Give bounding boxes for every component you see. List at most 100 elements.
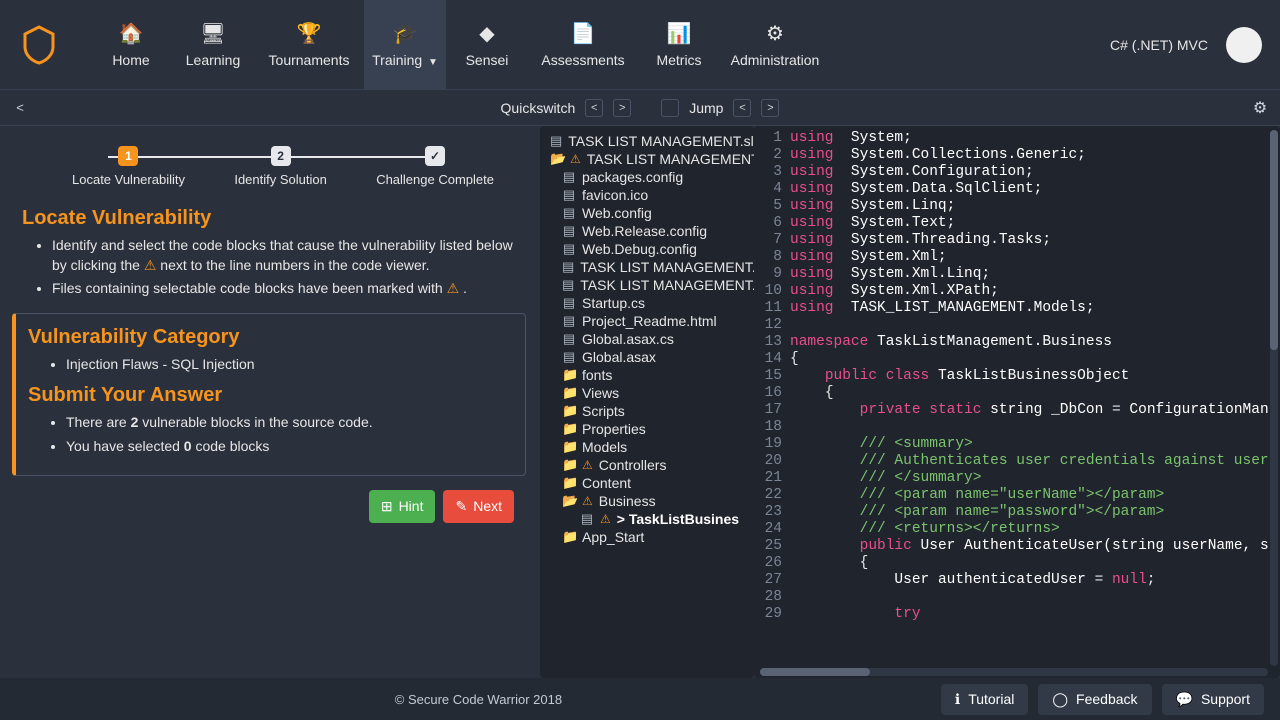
nav-home[interactable]: 🏠 Home [90,0,172,89]
language-selector[interactable]: C# (.NET) MVC [1110,37,1208,53]
tree-item[interactable]: ▤TASK LIST MANAGEMENT. [544,258,754,276]
avatar[interactable] [1226,27,1262,63]
code-viewer[interactable]: 1using System;2using System.Collections.… [754,126,1280,678]
code-line[interactable]: 17 private static string _DbCon = Config… [758,402,1270,419]
feedback-button[interactable]: ◯Feedback [1038,684,1151,715]
nav-assessments[interactable]: 📄 Assessments [528,0,638,89]
settings-gear-icon[interactable]: ⚙ [1250,98,1270,118]
code-line[interactable]: 3using System.Configuration; [758,164,1270,181]
jump-next[interactable]: > [761,99,779,117]
code-line[interactable]: 6using System.Text; [758,215,1270,232]
tree-item[interactable]: 📂⚠Business [544,492,754,510]
warning-icon: ⚠ [600,512,611,526]
grid-icon: ⊞ [381,498,393,515]
sensei-icon: ◆ [479,21,494,46]
vertical-scrollbar[interactable] [1270,130,1278,666]
instructions-list: Identify and select the code blocks that… [12,236,526,299]
code-line[interactable]: 16 { [758,385,1270,402]
code-line[interactable]: 12 [758,317,1270,334]
collapse-left-icon[interactable]: < [10,98,30,118]
code-line[interactable]: 8using System.Xml; [758,249,1270,266]
tree-item[interactable]: ▤Global.asax.cs [544,330,754,348]
training-icon: 🎓 [393,21,418,46]
code-line[interactable]: 13namespace TaskListManagement.Business [758,334,1270,351]
nav-sensei[interactable]: ◆ Sensei [446,0,528,89]
learning-icon: 🖥 [200,21,225,46]
tree-item[interactable]: 📁⚠Controllers [544,456,754,474]
quickswitch-next[interactable]: > [613,99,631,117]
code-line[interactable]: 5using System.Linq; [758,198,1270,215]
nav-tournaments[interactable]: 🏆 Tournaments [254,0,364,89]
code-line[interactable]: 29 try [758,606,1270,623]
code-line[interactable]: 19 /// <summary> [758,436,1270,453]
horizontal-scrollbar[interactable] [760,668,1268,676]
copyright: © Secure Code Warrior 2018 [16,692,941,707]
code-line[interactable]: 27 User authenticatedUser = null; [758,572,1270,589]
quickswitch-label: Quickswitch [501,100,576,116]
tree-item[interactable]: 📁Models [544,438,754,456]
tree-item[interactable]: 📂⚠TASK LIST MANAGEMENT [544,150,754,168]
support-button[interactable]: 💬Support [1162,684,1264,715]
tree-item[interactable]: 📁Views [544,384,754,402]
step-locate-vulnerability[interactable]: 1Locate Vulnerability [72,146,185,187]
code-line[interactable]: 10using System.Xml.XPath; [758,283,1270,300]
nav-metrics[interactable]: 📊 Metrics [638,0,720,89]
code-line[interactable]: 1using System; [758,130,1270,147]
tree-item[interactable]: 📁Scripts [544,402,754,420]
code-line[interactable]: 23 /// <param name="password"></param> [758,504,1270,521]
tree-item[interactable]: ▤TASK LIST MANAGEMENT. [544,276,754,294]
tree-item[interactable]: ▤Startup.cs [544,294,754,312]
tree-item[interactable]: ▤Web.Release.config [544,222,754,240]
tree-item[interactable]: ▤Web.config [544,204,754,222]
jump-window-icon[interactable] [661,99,679,117]
nav-learning[interactable]: 🖥 Learning [172,0,254,89]
code-line[interactable]: 26 { [758,555,1270,572]
code-line[interactable]: 7using System.Threading.Tasks; [758,232,1270,249]
nav-administration[interactable]: ⚙ Administration [720,0,830,89]
code-line[interactable]: 21 /// </summary> [758,470,1270,487]
code-line[interactable]: 20 /// Authenticates user credentials ag… [758,453,1270,470]
code-line[interactable]: 28 [758,589,1270,606]
tree-item[interactable]: ▤Project_Readme.html [544,312,754,330]
code-line[interactable]: 2using System.Collections.Generic; [758,147,1270,164]
jump-prev[interactable]: < [733,99,751,117]
code-line[interactable]: 25 public User AuthenticateUser(string u… [758,538,1270,555]
warning-icon: ⚠ [447,280,460,296]
tree-item[interactable]: 📁Content [544,474,754,492]
home-icon: 🏠 [119,21,144,46]
file-tree[interactable]: ▤TASK LIST MANAGEMENT.sln📂⚠TASK LIST MAN… [540,126,754,678]
step-challenge-complete[interactable]: ✓Challenge Complete [376,146,494,187]
category-item: Injection Flaws - SQL Injection [66,355,515,375]
nav-training[interactable]: 🎓 Training ▼ [364,0,446,89]
next-button[interactable]: ✎ Next [443,490,514,523]
tree-item[interactable]: ▤TASK LIST MANAGEMENT.sln [544,132,754,150]
code-line[interactable]: 22 /// <param name="userName"></param> [758,487,1270,504]
step-identify-solution[interactable]: 2Identify Solution [234,146,327,187]
brand-logo[interactable] [18,24,60,66]
tutorial-button[interactable]: ℹTutorial [941,684,1029,715]
quickswitch-prev[interactable]: < [585,99,603,117]
tree-item[interactable]: ▤Global.asax [544,348,754,366]
code-line[interactable]: 9using System.Xml.Linq; [758,266,1270,283]
warning-icon: ⚠ [570,152,581,166]
tree-item[interactable]: 📁App_Start [544,528,754,546]
code-line[interactable]: 18 [758,419,1270,436]
tree-item[interactable]: ▤⚠> TaskListBusines [544,510,754,528]
stepper: 1Locate Vulnerability 2Identify Solution ✓… [12,138,526,193]
tree-item[interactable]: ▤favicon.ico [544,186,754,204]
code-line[interactable]: 11using TASK_LIST_MANAGEMENT.Models; [758,300,1270,317]
code-line[interactable]: 24 /// <returns></returns> [758,521,1270,538]
tree-item[interactable]: ▤packages.config [544,168,754,186]
code-line[interactable]: 4using System.Data.SqlClient; [758,181,1270,198]
submit-title: Submit Your Answer [28,384,515,407]
code-line[interactable]: 14{ [758,351,1270,368]
chevron-down-icon: ▼ [425,57,438,68]
code-line[interactable]: 15 public class TaskListBusinessObject [758,368,1270,385]
tree-item[interactable]: ▤Web.Debug.config [544,240,754,258]
feedback-icon: ◯ [1052,691,1068,708]
administration-icon: ⚙ [766,21,784,46]
tree-item[interactable]: 📁fonts [544,366,754,384]
tree-item[interactable]: 📁Properties [544,420,754,438]
metrics-icon: 📊 [667,21,692,46]
hint-button[interactable]: ⊞ Hint [369,490,436,523]
